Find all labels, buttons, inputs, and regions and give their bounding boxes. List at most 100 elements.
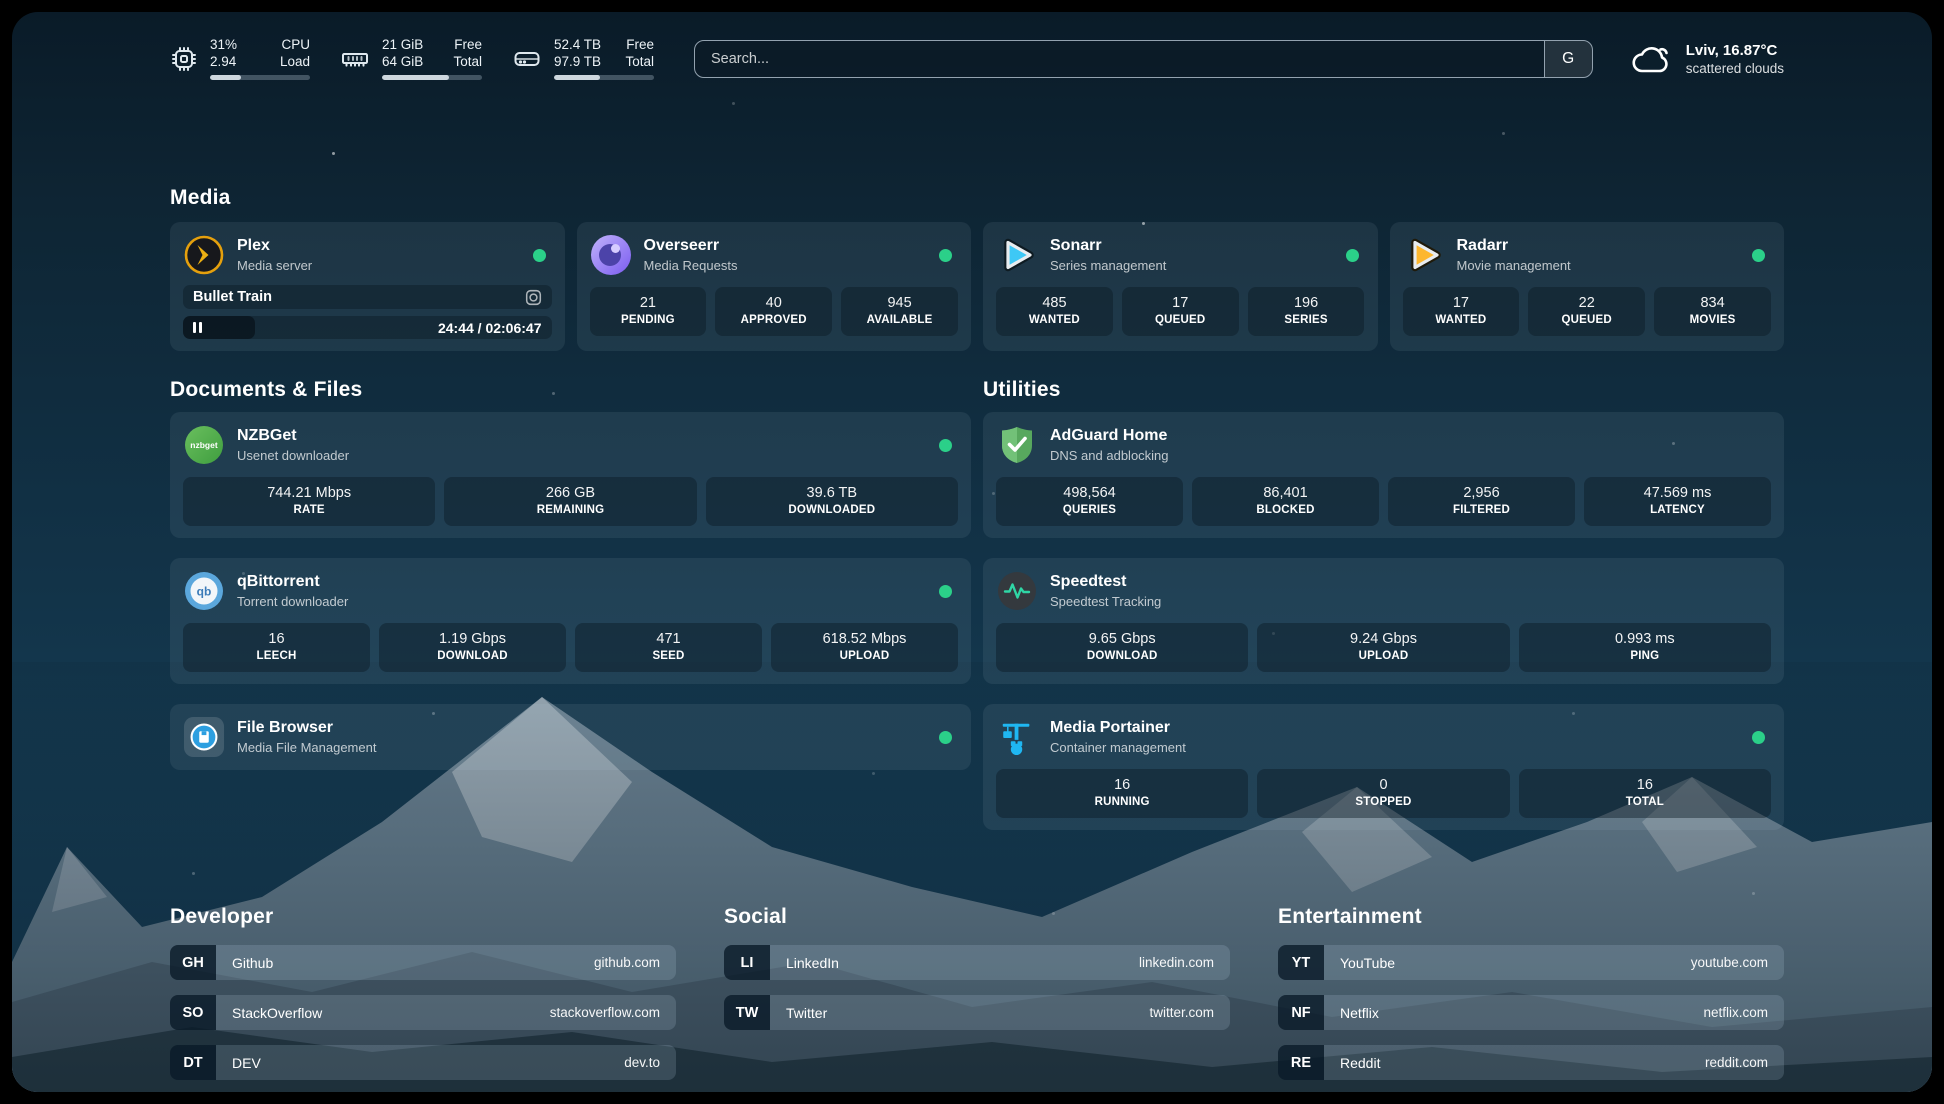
bookmark-abbr: SO (170, 995, 216, 1030)
status-dot-online (939, 731, 952, 744)
section-documents: Documents & Files nzbget (170, 376, 971, 770)
service-name: Sonarr (1050, 236, 1166, 256)
cpu-usage-bar (210, 75, 310, 80)
stat-ping: 0.993 msPING (1519, 623, 1771, 672)
card-adguard[interactable]: AdGuard Home DNS and adblocking 498,564Q… (983, 412, 1784, 538)
cpu-load-value: 2.94 (210, 54, 236, 71)
card-overseerr[interactable]: Overseerr Media Requests 21PENDING 40APP… (577, 222, 972, 351)
card-filebrowser[interactable]: File Browser Media File Management (170, 704, 971, 770)
nzbget-icon: nzbget (183, 424, 225, 466)
stat-rate: 744.21 MbpsRATE (183, 477, 435, 526)
media-grid: Plex Media server Bullet Train (170, 222, 1784, 351)
filebrowser-titles: File Browser Media File Management (237, 718, 376, 756)
bookmark-abbr: GH (170, 945, 216, 980)
bookmark-reddit[interactable]: RE Redditreddit.com (1278, 1045, 1784, 1080)
speedtest-titles: Speedtest Speedtest Tracking (1050, 572, 1161, 610)
overseerr-icon (590, 234, 632, 276)
overseerr-titles: Overseerr Media Requests (644, 236, 738, 274)
cpu-icon (170, 45, 198, 73)
system-stats: 31%CPU 2.94Load 21 GiBFree (170, 37, 654, 80)
stat-wanted: 17WANTED (1403, 287, 1520, 336)
disk-stat-text: 52.4 TBFree 97.9 TBTotal (554, 37, 654, 80)
card-radarr[interactable]: Radarr Movie management 17WANTED 22QUEUE… (1390, 222, 1785, 351)
service-name: Media Portainer (1050, 718, 1186, 738)
disk-free-label: Free (626, 37, 654, 54)
adguard-header: AdGuard Home DNS and adblocking (996, 424, 1771, 466)
status-dot-online (939, 439, 952, 452)
sonarr-header: Sonarr Series management (996, 234, 1365, 276)
bookmark-stackoverflow[interactable]: SO StackOverflowstackoverflow.com (170, 995, 676, 1030)
memory-stat-text: 21 GiBFree 64 GiBTotal (382, 37, 482, 80)
google-search-button[interactable]: G (1544, 41, 1592, 77)
nzbget-header: nzbget NZBGet Usenet downloader (183, 424, 958, 466)
svg-text:qb: qb (197, 585, 212, 599)
stat-movies: 834MOVIES (1654, 287, 1771, 336)
service-name: Speedtest (1050, 572, 1161, 592)
cpu-load-label: Load (280, 54, 310, 71)
service-name: Radarr (1457, 236, 1571, 256)
card-plex[interactable]: Plex Media server Bullet Train (170, 222, 565, 351)
stat-total: 16TOTAL (1519, 769, 1771, 818)
disk-icon (512, 44, 542, 74)
plex-titles: Plex Media server (237, 236, 312, 274)
service-name: Plex (237, 236, 312, 256)
bookmark-twitter[interactable]: TW Twittertwitter.com (724, 995, 1230, 1030)
memory-stat: 21 GiBFree 64 GiBTotal (340, 37, 482, 80)
section-utilities: Utilities Ad (983, 376, 1784, 830)
bookmark-dev[interactable]: DT DEVdev.to (170, 1045, 676, 1080)
disk-total-value: 97.9 TB (554, 54, 601, 71)
disk-stat: 52.4 TBFree 97.9 TBTotal (512, 37, 654, 80)
stat-running: 16RUNNING (996, 769, 1248, 818)
bookmark-abbr: YT (1278, 945, 1324, 980)
disk-free-value: 52.4 TB (554, 37, 601, 54)
pause-button[interactable] (193, 322, 202, 333)
section-utilities-title: Utilities (983, 376, 1784, 404)
bookmark-name: LinkedIn (786, 955, 839, 971)
stat-blocked: 86,401BLOCKED (1192, 477, 1379, 526)
now-playing-title: Bullet Train (193, 289, 272, 305)
bookmark-linkedin[interactable]: LI LinkedInlinkedin.com (724, 945, 1230, 980)
stat-stopped: 0STOPPED (1257, 769, 1509, 818)
bookmark-abbr: LI (724, 945, 770, 980)
service-desc: Media Requests (644, 257, 738, 274)
memory-free-value: 21 GiB (382, 37, 423, 54)
overseerr-header: Overseerr Media Requests (590, 234, 959, 276)
card-sonarr[interactable]: Sonarr Series management 485WANTED 17QUE… (983, 222, 1378, 351)
bookmark-abbr: NF (1278, 995, 1324, 1030)
card-qbittorrent[interactable]: qb qBittorrent Torrent downloader 16LEEC… (170, 558, 971, 684)
bookmark-netflix[interactable]: NF Netflix netflix.com (1278, 995, 1784, 1030)
card-speedtest[interactable]: Speedtest Speedtest Tracking 9.65 GbpsDO… (983, 558, 1784, 684)
qbittorrent-stats: 16LEECH 1.19 GbpsDOWNLOAD 471SEED 618.52… (183, 623, 958, 672)
bookmarks-entertainment: Entertainment YT YouTubeyoutube.com NF N… (1278, 903, 1784, 1092)
section-media: Media Plex Media server (170, 184, 1784, 351)
qbittorrent-header: qb qBittorrent Torrent downloader (183, 570, 958, 612)
card-nzbget[interactable]: nzbget NZBGet Usenet downloader 744.21 M… (170, 412, 971, 538)
memory-total-value: 64 GiB (382, 54, 423, 71)
stat-leech: 16LEECH (183, 623, 370, 672)
radarr-icon (1403, 234, 1445, 276)
bookmark-url: netflix.com (1703, 1005, 1768, 1020)
bookmark-abbr: RE (1278, 1045, 1324, 1080)
search-input[interactable] (695, 41, 1544, 77)
bookmark-youtube[interactable]: YT YouTubeyoutube.com (1278, 945, 1784, 980)
service-desc: Media File Management (237, 739, 376, 756)
portainer-icon (996, 716, 1038, 758)
portainer-stats: 16RUNNING 0STOPPED 16TOTAL (996, 769, 1771, 818)
plex-progress-bar: 24:44 / 02:06:47 (183, 316, 552, 339)
radarr-titles: Radarr Movie management (1457, 236, 1571, 274)
dashboard-window: 31%CPU 2.94Load 21 GiBFree (0, 0, 1944, 1104)
bookmark-abbr: DT (170, 1045, 216, 1080)
stat-queries: 498,564QUERIES (996, 477, 1183, 526)
plex-header: Plex Media server (183, 234, 552, 276)
stat-approved: 40APPROVED (715, 287, 832, 336)
bookmark-name: Netflix (1340, 1005, 1379, 1021)
stat-filtered: 2,956FILTERED (1388, 477, 1575, 526)
service-desc: DNS and adblocking (1050, 447, 1169, 464)
cpu-usage-label: CPU (281, 37, 310, 54)
adguard-stats: 498,564QUERIES 86,401BLOCKED 2,956FILTER… (996, 477, 1771, 526)
bookmark-github[interactable]: GH Githubgithub.com (170, 945, 676, 980)
service-name: NZBGet (237, 426, 349, 446)
bookmark-name: Github (232, 955, 273, 971)
sonarr-stats: 485WANTED 17QUEUED 196SERIES (996, 287, 1365, 336)
card-portainer[interactable]: Media Portainer Container management 16R… (983, 704, 1784, 830)
